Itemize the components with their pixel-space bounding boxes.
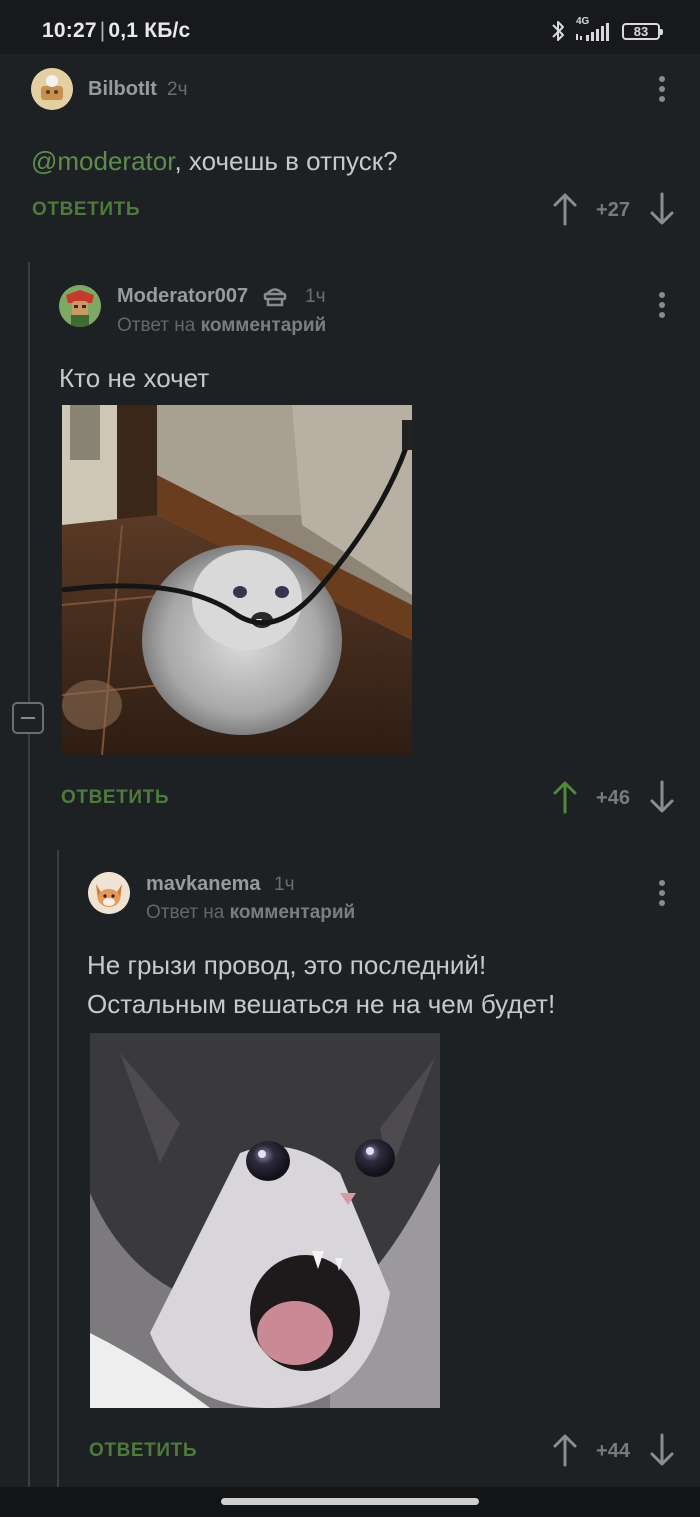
reply-button[interactable]: ОТВЕТИТЬ xyxy=(89,1440,197,1462)
thread-line xyxy=(28,262,30,1487)
home-indicator[interactable] xyxy=(221,1498,479,1505)
avatar[interactable] xyxy=(59,285,101,327)
avatar[interactable] xyxy=(88,872,130,914)
upvote-icon[interactable] xyxy=(552,780,578,814)
avatar[interactable] xyxy=(31,68,73,110)
bluetooth-icon xyxy=(552,21,564,41)
more-options-icon[interactable] xyxy=(650,288,674,322)
status-bar: 10:27 | 0,1 КБ/с 4G 83 xyxy=(0,0,700,54)
more-options-icon[interactable] xyxy=(650,72,674,106)
rating: +46 xyxy=(596,787,630,809)
minus-icon xyxy=(21,717,35,719)
comment-text-line-2: Остальным вешаться не на чем будет! xyxy=(87,989,556,1019)
comment-body: , хочешь в отпуск? xyxy=(174,146,398,176)
downvote-icon[interactable] xyxy=(649,780,675,814)
comment-image[interactable] xyxy=(62,405,412,755)
user-mention[interactable]: @moderator xyxy=(31,146,174,176)
reply-prefix: Ответ на xyxy=(146,902,225,923)
rating: +44 xyxy=(596,1440,630,1462)
status-icons: 4G 83 xyxy=(550,16,663,46)
signal-icon: 4G xyxy=(576,16,612,44)
username[interactable]: BilbotIt xyxy=(88,78,157,101)
clock: 10:27 xyxy=(42,19,97,42)
reply-prefix: Ответ на xyxy=(117,315,196,336)
comment-time: 1ч xyxy=(274,874,295,895)
reply-context: Ответ на комментарий xyxy=(117,315,326,337)
moderator-badge-icon xyxy=(263,288,287,307)
reply-context: Ответ на комментарий xyxy=(146,902,355,924)
battery-icon: 83 xyxy=(622,22,663,40)
status-separator: | xyxy=(99,19,106,42)
username[interactable]: mavkanema xyxy=(146,873,261,896)
reply-target-link[interactable]: комментарий xyxy=(230,902,356,923)
reply-target-link[interactable]: комментарий xyxy=(201,315,327,336)
downvote-icon[interactable] xyxy=(649,192,675,226)
comment-text: @moderator, хочешь в отпуск? xyxy=(31,142,398,181)
network-speed: 0,1 КБ/с xyxy=(108,19,191,42)
collapse-thread-button[interactable] xyxy=(12,702,44,734)
comment-text-line-1: Не грызи провод, это последний! xyxy=(87,950,487,980)
upvote-icon[interactable] xyxy=(552,192,578,226)
reply-button[interactable]: ОТВЕТИТЬ xyxy=(32,199,140,221)
downvote-icon[interactable] xyxy=(649,1433,675,1467)
comment-time: 2ч xyxy=(167,79,188,100)
comment-time: 1ч xyxy=(305,286,326,307)
reply-button[interactable]: ОТВЕТИТЬ xyxy=(61,787,169,809)
comment-image[interactable] xyxy=(90,1033,440,1408)
username[interactable]: Moderator007 xyxy=(117,285,248,308)
comment-text: Кто не хочет xyxy=(59,363,210,393)
thread-line-nested xyxy=(57,850,59,1487)
battery-level: 83 xyxy=(633,23,649,39)
upvote-icon[interactable] xyxy=(552,1433,578,1467)
rating: +27 xyxy=(596,199,630,221)
status-left: 10:27 | 0,1 КБ/с xyxy=(42,19,190,43)
more-options-icon[interactable] xyxy=(650,876,674,910)
